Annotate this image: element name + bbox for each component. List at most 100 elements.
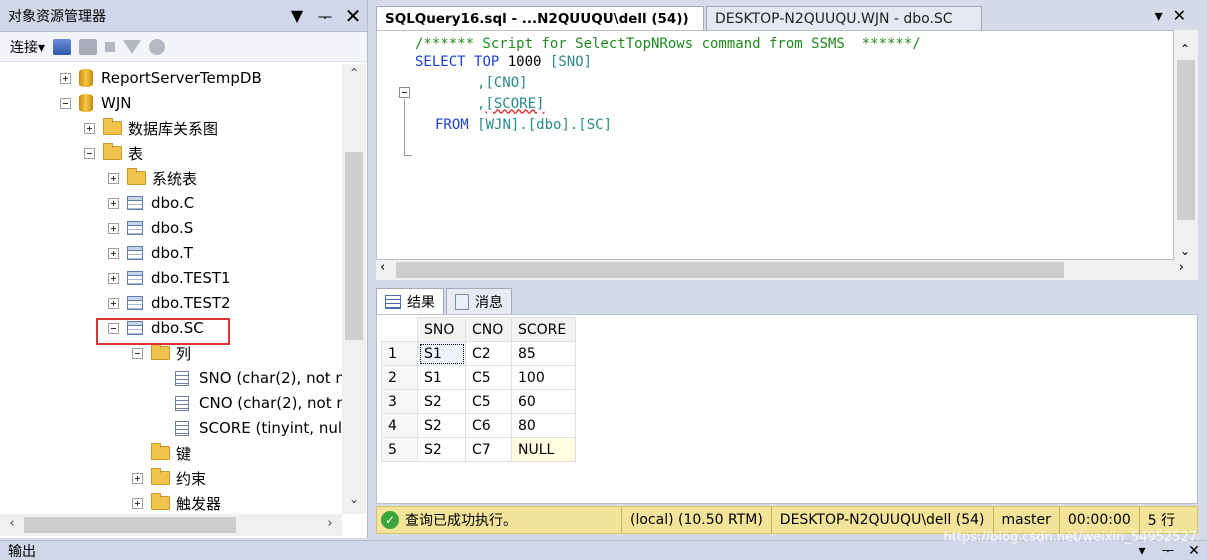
tree-node[interactable]: dbo.TEST1 bbox=[108, 266, 231, 290]
table-row[interactable]: 1 S1 C2 85 bbox=[381, 341, 576, 366]
tree-node[interactable]: 表 bbox=[84, 141, 143, 165]
expand-icon[interactable] bbox=[108, 272, 119, 284]
cell-sno[interactable]: S2 bbox=[417, 389, 466, 414]
scroll-down-icon[interactable]: ⌄ bbox=[342, 492, 366, 512]
scroll-down-icon[interactable]: ⌄ bbox=[1180, 244, 1190, 258]
scroll-right-icon[interactable]: › bbox=[320, 516, 340, 531]
dropdown-icon[interactable]: ▼ bbox=[283, 6, 311, 25]
tree-node[interactable]: WJN bbox=[60, 91, 131, 115]
tab-dbo-sc[interactable]: DESKTOP-N2QUUQU.WJN - dbo.SC bbox=[706, 6, 982, 30]
tree-node[interactable]: ReportServerTempDB bbox=[60, 66, 262, 90]
tree-node[interactable]: CNO (char(2), not n bbox=[156, 391, 342, 415]
tree-horizontal-scrollbar[interactable]: ‹ › bbox=[0, 514, 342, 536]
tree-node[interactable]: 系统表 bbox=[108, 166, 197, 190]
row-number-header bbox=[381, 317, 418, 342]
cell-cno[interactable]: C5 bbox=[465, 365, 512, 390]
tree-node[interactable]: dbo.S bbox=[108, 216, 193, 240]
row-number[interactable]: 4 bbox=[381, 413, 418, 438]
scroll-thumb[interactable] bbox=[396, 262, 1064, 278]
row-number[interactable]: 1 bbox=[381, 341, 418, 366]
collapse-icon[interactable] bbox=[84, 147, 95, 159]
row-number[interactable]: 2 bbox=[381, 365, 418, 390]
tree-node[interactable]: SNO (char(2), not n bbox=[156, 366, 342, 390]
scroll-up-icon[interactable]: ⌃ bbox=[1180, 42, 1190, 56]
editor-vertical-scrollbar[interactable]: ⌃ ⌄ bbox=[1174, 30, 1198, 260]
tree-node[interactable]: 约束 bbox=[132, 466, 206, 490]
cell-cno[interactable]: C2 bbox=[465, 341, 512, 366]
scroll-thumb[interactable] bbox=[1177, 60, 1195, 220]
row-number[interactable]: 5 bbox=[381, 437, 418, 462]
cell-cno[interactable]: C5 bbox=[465, 389, 512, 414]
cell-score[interactable]: 85 bbox=[511, 341, 576, 366]
cell-score[interactable]: NULL bbox=[511, 437, 576, 462]
scroll-left-icon[interactable]: ‹ bbox=[2, 516, 22, 531]
tree-node[interactable]: 触发器 bbox=[132, 491, 221, 514]
sql-editor[interactable]: /****** Script for SelectTopNRows comman… bbox=[376, 30, 1174, 260]
tree-node[interactable]: 键 bbox=[132, 441, 191, 465]
tree-node[interactable]: 数据库关系图 bbox=[84, 116, 218, 140]
tree-node-label: 系统表 bbox=[152, 169, 198, 188]
stop-icon[interactable] bbox=[105, 41, 116, 52]
disconnect-icon[interactable] bbox=[79, 38, 98, 55]
connect-icon[interactable] bbox=[53, 38, 72, 55]
expand-icon[interactable] bbox=[132, 472, 143, 484]
column-header-score[interactable]: SCORE bbox=[511, 317, 576, 342]
expand-icon[interactable] bbox=[108, 247, 119, 259]
scroll-thumb[interactable] bbox=[24, 517, 236, 533]
close-icon[interactable]: ✕ bbox=[339, 4, 367, 28]
keyword-from: FROM bbox=[435, 116, 469, 133]
tree-node-label: SNO (char(2), not n bbox=[199, 369, 342, 387]
row-number[interactable]: 3 bbox=[381, 389, 418, 414]
cell-score[interactable]: 100 bbox=[511, 365, 576, 390]
tab-messages[interactable]: 消息 bbox=[446, 288, 512, 314]
cell-sno[interactable]: S1 bbox=[417, 365, 466, 390]
scroll-left-icon[interactable]: ‹ bbox=[380, 260, 385, 275]
watermark-text: https://blog.csdn.net/weixin_54952527 bbox=[943, 530, 1197, 545]
collapse-icon[interactable] bbox=[60, 97, 71, 109]
refresh-icon[interactable] bbox=[149, 38, 166, 55]
table-row[interactable]: 5 S2 C7 NULL bbox=[381, 437, 576, 462]
table-row[interactable]: 4 S2 C6 80 bbox=[381, 413, 576, 438]
table-row[interactable]: 2 S1 C5 100 bbox=[381, 365, 576, 390]
tree-node[interactable]: dbo.C bbox=[108, 191, 194, 215]
cell-cno[interactable]: C7 bbox=[465, 437, 512, 462]
tree-node[interactable]: dbo.TEST2 bbox=[108, 291, 231, 315]
table-row[interactable]: 3 S2 C5 60 bbox=[381, 389, 576, 414]
editor-horizontal-scrollbar[interactable]: ‹ › bbox=[376, 260, 1198, 280]
tree-node[interactable]: SCORE (tinyint, null) bbox=[156, 416, 342, 440]
cell-score[interactable]: 60 bbox=[511, 389, 576, 414]
collapse-icon[interactable] bbox=[132, 347, 143, 359]
object-explorer-header: 对象资源管理器 ▼ ᅮ ✕ bbox=[0, 0, 367, 32]
code-line-4: , [SCORE] bbox=[477, 93, 544, 114]
column-header-cno[interactable]: CNO bbox=[465, 317, 512, 342]
cell-sno[interactable]: S2 bbox=[417, 437, 466, 462]
cell-cno[interactable]: C6 bbox=[465, 413, 512, 438]
results-grid: SNO CNO SCORE 1 S1 C2 85 2 S1 C5 100 3 S2 C5 60 4 S2 C… bbox=[381, 317, 576, 462]
pin-icon[interactable]: ᅮ bbox=[311, 4, 339, 28]
expand-icon[interactable] bbox=[84, 122, 95, 134]
cell-sno[interactable]: S2 bbox=[417, 413, 466, 438]
expand-icon[interactable] bbox=[60, 72, 71, 84]
expand-icon[interactable] bbox=[108, 172, 119, 184]
filter-icon[interactable] bbox=[123, 39, 142, 54]
scroll-right-icon[interactable]: › bbox=[1179, 260, 1184, 275]
column-header-sno[interactable]: SNO bbox=[417, 317, 466, 342]
comment: /****** Script for SelectTopNRows comman… bbox=[415, 35, 921, 52]
tab-sqlquery16[interactable]: SQLQuery16.sql - ...N2QUUQU\dell (54)) bbox=[376, 6, 704, 30]
fold-toggle-icon[interactable] bbox=[399, 87, 410, 98]
connect-button[interactable]: 连接▾ bbox=[10, 37, 45, 57]
expand-icon[interactable] bbox=[108, 222, 119, 234]
tab-dropdown-icon[interactable]: ▾ bbox=[1155, 6, 1173, 25]
cell-score[interactable]: 80 bbox=[511, 413, 576, 438]
close-tab-icon[interactable]: ✕ bbox=[1173, 6, 1196, 25]
expand-icon[interactable] bbox=[132, 497, 143, 509]
tree-vertical-scrollbar[interactable]: ⌃ ⌄ bbox=[342, 64, 366, 514]
scroll-thumb[interactable] bbox=[345, 152, 363, 340]
table-icon bbox=[127, 196, 143, 210]
cell-sno[interactable]: S1 bbox=[417, 341, 466, 366]
expand-icon[interactable] bbox=[108, 197, 119, 209]
tab-results[interactable]: 结果 bbox=[376, 288, 444, 314]
tree-node[interactable]: dbo.T bbox=[108, 241, 193, 265]
expand-icon[interactable] bbox=[108, 297, 119, 309]
scroll-up-icon[interactable]: ⌃ bbox=[342, 66, 366, 86]
